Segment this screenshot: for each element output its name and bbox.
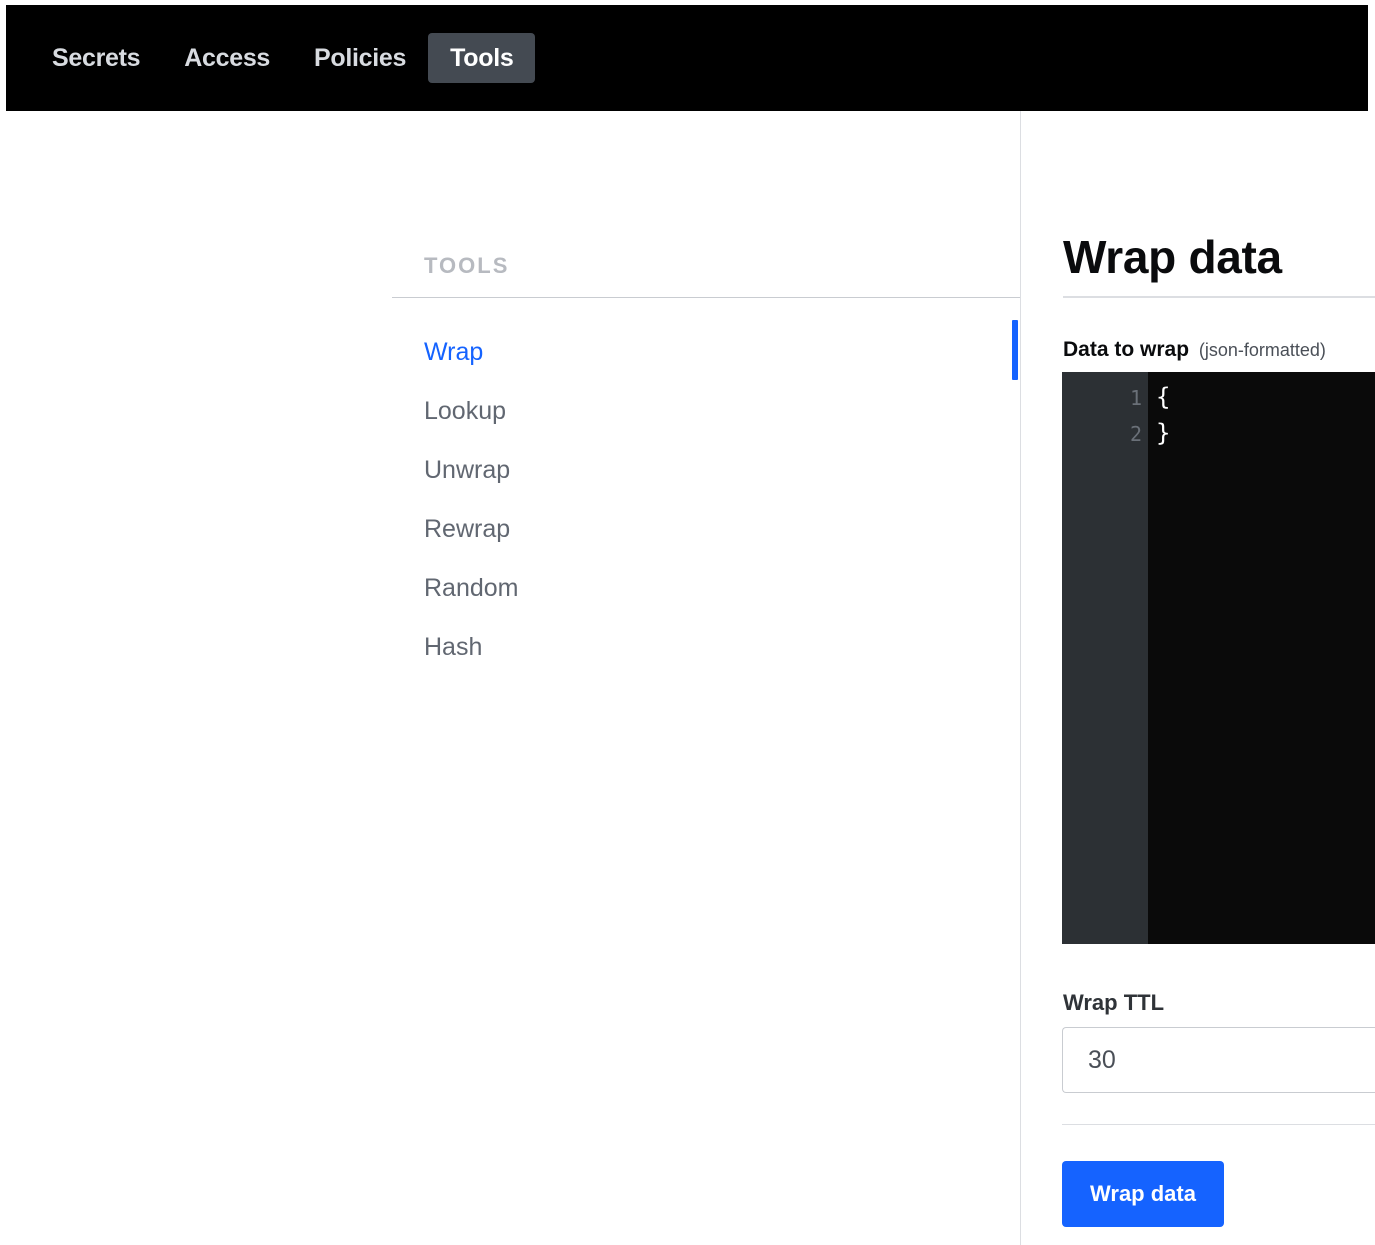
- line-number: 2: [1129, 422, 1142, 446]
- data-to-wrap-format-hint: (json-formatted): [1198, 340, 1326, 360]
- nav-item-tools[interactable]: Tools: [428, 33, 536, 83]
- sidebar-menu: Wrap Lookup Unwrap Rewrap Random Hash: [424, 326, 519, 680]
- data-to-wrap-label-text: Data to wrap: [1063, 338, 1190, 361]
- sidebar-heading: TOOLS: [424, 253, 510, 278]
- sidebar-item-wrap[interactable]: Wrap: [424, 326, 519, 385]
- top-nav-bar: Secrets Access Policies Tools: [6, 5, 1368, 111]
- data-to-wrap-label: Data to wrap (json-formatted): [1063, 338, 1326, 362]
- editor-gutter: 1 2: [1062, 372, 1148, 944]
- json-code-editor[interactable]: 1 2 { }: [1062, 372, 1375, 944]
- wrap-ttl-label: Wrap TTL: [1063, 990, 1165, 1015]
- sidebar-divider: [1020, 111, 1021, 1245]
- sidebar-heading-divider: [392, 297, 1020, 298]
- code-line[interactable]: {: [1156, 383, 1170, 411]
- wrap-ttl-input[interactable]: [1062, 1027, 1375, 1093]
- form-divider: [1062, 1124, 1375, 1125]
- sidebar-active-indicator: [1012, 320, 1018, 380]
- sidebar-item-random[interactable]: Random: [424, 562, 519, 621]
- nav-item-policies[interactable]: Policies: [292, 33, 428, 83]
- wrap-data-button[interactable]: Wrap data: [1062, 1161, 1224, 1227]
- nav-item-secrets[interactable]: Secrets: [30, 33, 162, 83]
- page-title: Wrap data: [1063, 231, 1282, 283]
- code-line[interactable]: }: [1156, 419, 1170, 447]
- sidebar-item-unwrap[interactable]: Unwrap: [424, 444, 519, 503]
- sidebar-item-hash[interactable]: Hash: [424, 621, 519, 680]
- sidebar-item-rewrap[interactable]: Rewrap: [424, 503, 519, 562]
- sidebar-item-lookup[interactable]: Lookup: [424, 385, 519, 444]
- line-number: 1: [1129, 386, 1142, 410]
- nav-item-access[interactable]: Access: [162, 33, 292, 83]
- title-divider: [1063, 296, 1375, 298]
- top-nav: Secrets Access Policies Tools: [30, 33, 536, 83]
